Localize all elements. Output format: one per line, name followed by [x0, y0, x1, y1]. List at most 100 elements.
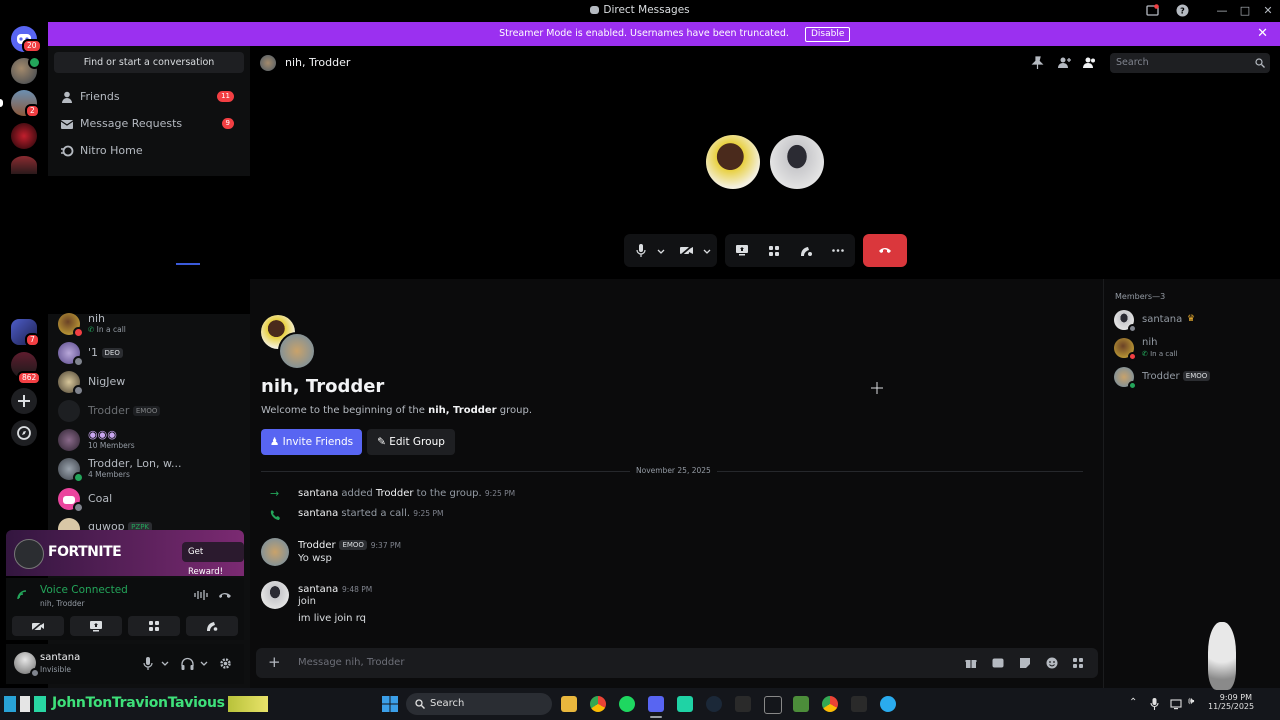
add-server-button[interactable]	[11, 388, 37, 414]
pin-icon[interactable]	[1031, 56, 1044, 69]
attach-plus-icon[interactable]: +	[268, 653, 281, 671]
soundboard-icon[interactable]	[800, 244, 813, 257]
dm-item[interactable]: Coal	[58, 486, 243, 513]
activities-icon[interactable]	[768, 245, 780, 257]
windows-start-icon[interactable]	[382, 696, 398, 712]
inbox-icon[interactable]	[1146, 4, 1160, 18]
message-avatar[interactable]	[261, 538, 289, 566]
dm-subtext: 4 Members	[88, 470, 130, 479]
chevron-down-icon[interactable]	[657, 249, 665, 254]
member-item[interactable]: santana ♛	[1114, 310, 1274, 333]
chevron-down-icon[interactable]	[200, 661, 208, 666]
message-input[interactable]: Message nih, Trodder	[298, 657, 404, 668]
spotify-icon[interactable]	[619, 696, 635, 712]
gift-icon[interactable]	[965, 657, 977, 669]
widget-text[interactable]: JohnTonTravionTavious :	[52, 695, 235, 711]
edit-group-button[interactable]: ✎ Edit Group	[367, 429, 455, 455]
desktop-mascot[interactable]	[1208, 622, 1236, 690]
window-title: Direct Messages	[0, 4, 1280, 16]
leave-call-button[interactable]	[863, 234, 907, 267]
dm-item[interactable]: guwop PZPK	[58, 516, 243, 530]
maximize-icon[interactable]: □	[1238, 4, 1252, 18]
widget-icon[interactable]	[34, 696, 46, 712]
sticker-icon[interactable]	[1019, 657, 1031, 669]
member-item[interactable]: Trodder EMOO	[1114, 366, 1274, 390]
epic-games-icon[interactable]	[735, 696, 751, 712]
nav-label: Nitro Home	[80, 144, 143, 157]
status-dot	[1128, 352, 1137, 361]
noise-suppression-icon[interactable]	[194, 589, 208, 601]
minimize-icon[interactable]: —	[1215, 4, 1229, 18]
telegram-icon[interactable]	[880, 696, 896, 712]
gif-icon[interactable]	[992, 657, 1004, 669]
chevron-down-icon[interactable]	[161, 661, 169, 666]
message-avatar[interactable]	[261, 581, 289, 609]
headphones-icon[interactable]	[181, 657, 194, 670]
find-conversation-input[interactable]: Find or start a conversation	[54, 52, 244, 73]
nav-friends[interactable]: Friends 11	[60, 87, 240, 107]
audio-app-icon[interactable]	[851, 696, 867, 712]
message-composer[interactable]: + Message nih, Trodder	[256, 648, 1098, 678]
nav-nitro-home[interactable]: Nitro Home	[60, 141, 240, 161]
search-input[interactable]: Search	[1110, 53, 1270, 73]
emoji-icon[interactable]	[1046, 657, 1058, 669]
call-participant-avatar[interactable]	[770, 135, 824, 189]
chrome-icon[interactable]	[822, 696, 838, 712]
widget-icon[interactable]	[4, 696, 16, 712]
server-icon[interactable]	[11, 123, 37, 149]
tray-volume-icon[interactable]: 🕪	[1188, 696, 1194, 707]
discord-icon[interactable]	[648, 696, 664, 712]
add-friends-icon[interactable]	[1057, 56, 1071, 69]
dm-group-item[interactable]: ◉◉◉ 10 Members	[58, 427, 243, 453]
screen-share-icon[interactable]	[735, 244, 749, 257]
disconnect-icon[interactable]	[218, 589, 232, 601]
dm-item[interactable]: Trodder EMOO	[58, 398, 243, 424]
get-reward-button[interactable]: Get Reward!	[182, 542, 244, 577]
microphone-icon[interactable]	[636, 244, 646, 257]
promo-brand: FORTNITE	[48, 544, 122, 560]
clock[interactable]: 9:09 PM 11/25/2025	[1208, 693, 1254, 711]
dm-item[interactable]: nih ✆ In a call	[58, 311, 243, 338]
discover-button[interactable]	[11, 420, 37, 446]
server-icon[interactable]	[11, 156, 37, 174]
call-participant-avatar[interactable]	[706, 135, 760, 189]
tray-network-icon[interactable]	[1170, 698, 1182, 710]
soundboard-button[interactable]	[186, 616, 238, 636]
more-icon[interactable]	[832, 249, 844, 252]
promo-banner[interactable]: FORTNITE Get Reward!	[6, 530, 244, 577]
steam-icon[interactable]	[706, 696, 722, 712]
apps-icon[interactable]	[1072, 657, 1084, 669]
chrome-icon[interactable]	[590, 696, 606, 712]
app-icon[interactable]	[677, 696, 693, 712]
dm-item[interactable]: NigJew	[58, 369, 243, 396]
camera-button[interactable]	[12, 616, 64, 636]
help-icon[interactable]: ?	[1176, 4, 1190, 18]
invite-friends-button[interactable]: ♟ Invite Friends	[261, 429, 362, 455]
nav-message-requests[interactable]: Message Requests 9	[60, 114, 240, 134]
widget-image[interactable]	[228, 696, 268, 712]
close-window-icon[interactable]: ✕	[1261, 4, 1275, 18]
message-author[interactable]: Trodder	[298, 540, 336, 551]
gear-icon[interactable]	[219, 657, 232, 670]
camera-off-icon[interactable]	[679, 244, 694, 257]
app-icon[interactable]	[764, 696, 782, 714]
widget-icon[interactable]	[20, 696, 30, 712]
disable-streamer-button[interactable]: Disable	[805, 27, 851, 42]
members-icon[interactable]	[1083, 56, 1097, 69]
tray-microphone-icon[interactable]	[1150, 698, 1159, 710]
file-explorer-icon[interactable]	[561, 696, 577, 712]
taskbar-search[interactable]: Search	[406, 693, 552, 715]
screen-share-button[interactable]	[70, 616, 122, 636]
dm-name: Trodder, Lon, w...	[88, 457, 182, 470]
member-item[interactable]: nih ✆ In a call	[1114, 337, 1274, 361]
tray-chevron-up-icon[interactable]: ⌃	[1129, 697, 1137, 708]
chevron-down-icon[interactable]	[703, 249, 711, 254]
activities-button[interactable]	[128, 616, 180, 636]
banner-close-icon[interactable]: ✕	[1257, 26, 1268, 41]
voice-channel[interactable]: nih, Trodder	[40, 599, 85, 608]
dm-item[interactable]: '1 DEO	[58, 340, 243, 367]
dm-group-item[interactable]: Trodder, Lon, w... 4 Members	[58, 456, 243, 483]
message-author[interactable]: santana	[298, 584, 338, 595]
microphone-icon[interactable]	[143, 657, 153, 670]
app-icon[interactable]	[793, 696, 809, 712]
